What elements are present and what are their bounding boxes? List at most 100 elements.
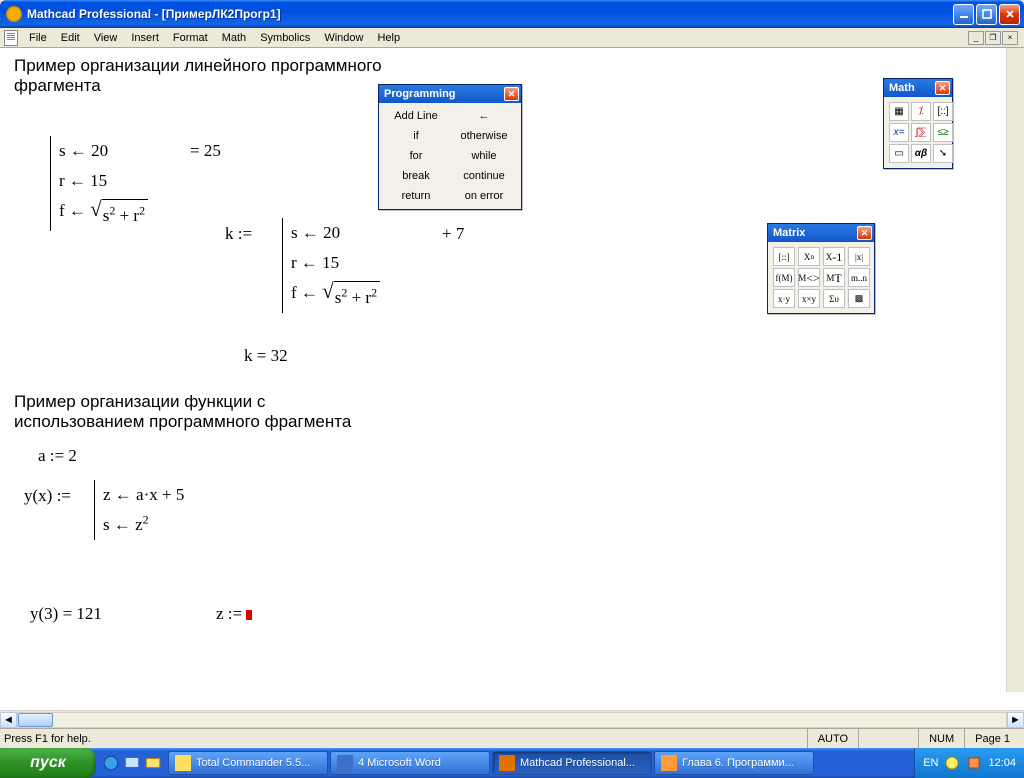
evaluation-icon[interactable]: x= (889, 123, 909, 142)
matrix-column-icon[interactable]: M<> (798, 268, 820, 287)
document-canvas[interactable]: Пример организации линейного программног… (0, 48, 1024, 710)
calculator-icon[interactable]: ▦ (889, 102, 909, 121)
palette-close-button[interactable]: ✕ (857, 226, 872, 240)
palette-close-button[interactable]: ✕ (504, 87, 519, 101)
minimize-button[interactable] (953, 4, 974, 25)
programming-palette-title[interactable]: Programming ✕ (379, 85, 521, 103)
matrix-subscript-icon[interactable]: Xn (798, 247, 820, 266)
matrix-cross-icon[interactable]: x×y (798, 289, 820, 308)
programming-item[interactable]: while (450, 146, 518, 166)
matrix-dot-icon[interactable]: x·y (773, 289, 795, 308)
k-define[interactable]: k := (225, 224, 252, 244)
program-block-1[interactable]: s ← 20 r ← 15 f ← √s2 + r2 (50, 136, 148, 231)
taskbar-button[interactable]: Mathcad Professional... (492, 751, 652, 775)
horizontal-scrollbar[interactable]: ◄ ► (0, 710, 1024, 728)
language-indicator[interactable]: EN (923, 757, 938, 769)
matrix-transpose-icon[interactable]: MT (823, 268, 845, 287)
taskbar-button[interactable]: Total Commander 5.5... (168, 751, 328, 775)
programming-item[interactable]: ← (450, 106, 518, 126)
status-auto: AUTO (807, 729, 858, 748)
status-empty (858, 729, 918, 748)
window-title: Mathcad Professional - [ПримерЛК2Прогр1] (27, 7, 953, 21)
z-assign[interactable]: z := (216, 604, 252, 624)
program-block-2[interactable]: s ← 20 r ← 15 f ← √s2 + r2 (282, 218, 380, 313)
menu-bar: File Edit View Insert Format Math Symbol… (0, 28, 1024, 48)
symbolic-icon[interactable]: ➘ (933, 144, 953, 163)
mdi-close-button[interactable]: × (1002, 31, 1018, 45)
matrix-sum-icon[interactable]: Συ (823, 289, 845, 308)
vertical-scrollbar[interactable] (1006, 48, 1024, 692)
matrix-range-icon[interactable]: m..n (848, 268, 870, 287)
math-palette-title[interactable]: Math ✕ (884, 79, 952, 97)
clock[interactable]: 12:04 (988, 757, 1016, 769)
outlook-icon[interactable] (144, 753, 162, 773)
programming-item[interactable]: if (382, 126, 450, 146)
scroll-thumb[interactable] (18, 713, 53, 727)
taskbar: пуск Total Commander 5.5... 4 Microsoft W… (0, 748, 1024, 778)
matrix-palette[interactable]: Matrix ✕ [::] Xn X-1 |x| f(M) M<> MT m..… (767, 223, 875, 314)
menu-symbolics[interactable]: Symbolics (253, 30, 317, 46)
matrix-icon[interactable]: [::] (933, 102, 953, 121)
taskbar-button[interactable]: Глава 6. Программи... (654, 751, 814, 775)
programming-icon[interactable]: ▭ (889, 144, 909, 163)
status-bar: Press F1 for help. AUTO NUM Page 1 (0, 728, 1024, 748)
scroll-right-button[interactable]: ► (1007, 712, 1024, 728)
menu-help[interactable]: Help (370, 30, 407, 46)
programming-item[interactable]: return (382, 186, 450, 206)
status-help-text: Press F1 for help. (4, 733, 807, 745)
prog1-line3: f ← √s2 + r2 (59, 196, 148, 231)
greek-icon[interactable]: αβ (911, 144, 931, 163)
mdi-minimize-button[interactable]: _ (968, 31, 984, 45)
taskbar-button-label: Total Commander 5.5... (196, 757, 310, 769)
programming-item[interactable]: break (382, 166, 450, 186)
programming-item[interactable]: otherwise (450, 126, 518, 146)
app-icon (175, 755, 191, 771)
taskbar-buttons: Total Commander 5.5... 4 Microsoft WordMa… (168, 748, 914, 778)
heading-2: Пример организации функции с использован… (14, 392, 351, 432)
boolean-icon[interactable]: ≤≥ (933, 123, 953, 142)
system-tray[interactable]: EN 12:04 (914, 748, 1024, 778)
prog2-line2: r ← 15 (291, 248, 380, 278)
matrix-new-icon[interactable]: [::] (773, 247, 795, 266)
ie-icon[interactable] (102, 753, 120, 773)
matrix-palette-title[interactable]: Matrix ✕ (768, 224, 874, 242)
menu-format[interactable]: Format (166, 30, 215, 46)
matrix-inverse-icon[interactable]: X-1 (823, 247, 845, 266)
menu-view[interactable]: View (87, 30, 125, 46)
menu-edit[interactable]: Edit (54, 30, 87, 46)
start-button[interactable]: пуск (0, 748, 96, 778)
y-define[interactable]: y(x) := (24, 486, 71, 506)
graph-icon[interactable]: ⁒ (911, 102, 931, 121)
scroll-left-button[interactable]: ◄ (0, 712, 17, 728)
palette-close-button[interactable]: ✕ (935, 81, 950, 95)
math-palette[interactable]: Math ✕ ▦ ⁒ [::] x= ∫⅀ ≤≥ ▭ αβ ➘ (883, 78, 953, 169)
matrix-determinant-icon[interactable]: |x| (848, 247, 870, 266)
calculus-icon[interactable]: ∫⅀ (911, 123, 931, 142)
menu-file[interactable]: File (22, 30, 54, 46)
matrix-picture-icon[interactable]: ▩ (848, 289, 870, 308)
block1-result: = 25 (190, 141, 221, 161)
programming-item[interactable]: on error (450, 186, 518, 206)
programming-item[interactable]: for (382, 146, 450, 166)
close-button[interactable] (999, 4, 1020, 25)
menu-math[interactable]: Math (215, 30, 253, 46)
programming-palette[interactable]: Programming ✕ Add Line←ifotherwiseforwhi… (378, 84, 522, 210)
desktop-icon[interactable] (123, 753, 141, 773)
taskbar-button[interactable]: 4 Microsoft Word (330, 751, 490, 775)
app-icon (499, 755, 515, 771)
a-assign[interactable]: a := 2 (38, 446, 77, 466)
tray-icon[interactable] (944, 755, 960, 771)
maximize-button[interactable] (976, 4, 997, 25)
app-icon (6, 6, 22, 22)
programming-item[interactable]: Add Line (382, 106, 450, 126)
programming-item[interactable]: continue (450, 166, 518, 186)
heading-1: Пример организации линейного программног… (14, 56, 382, 96)
mdi-restore-button[interactable]: ❐ (985, 31, 1001, 45)
document-icon[interactable] (4, 30, 18, 46)
tray-icon[interactable] (966, 755, 982, 771)
y-program-block[interactable]: z ← a·x + 5 s ← z2 (94, 480, 184, 540)
placeholder-icon[interactable] (246, 610, 252, 620)
menu-insert[interactable]: Insert (124, 30, 166, 46)
menu-window[interactable]: Window (317, 30, 370, 46)
matrix-func-icon[interactable]: f(M) (773, 268, 795, 287)
